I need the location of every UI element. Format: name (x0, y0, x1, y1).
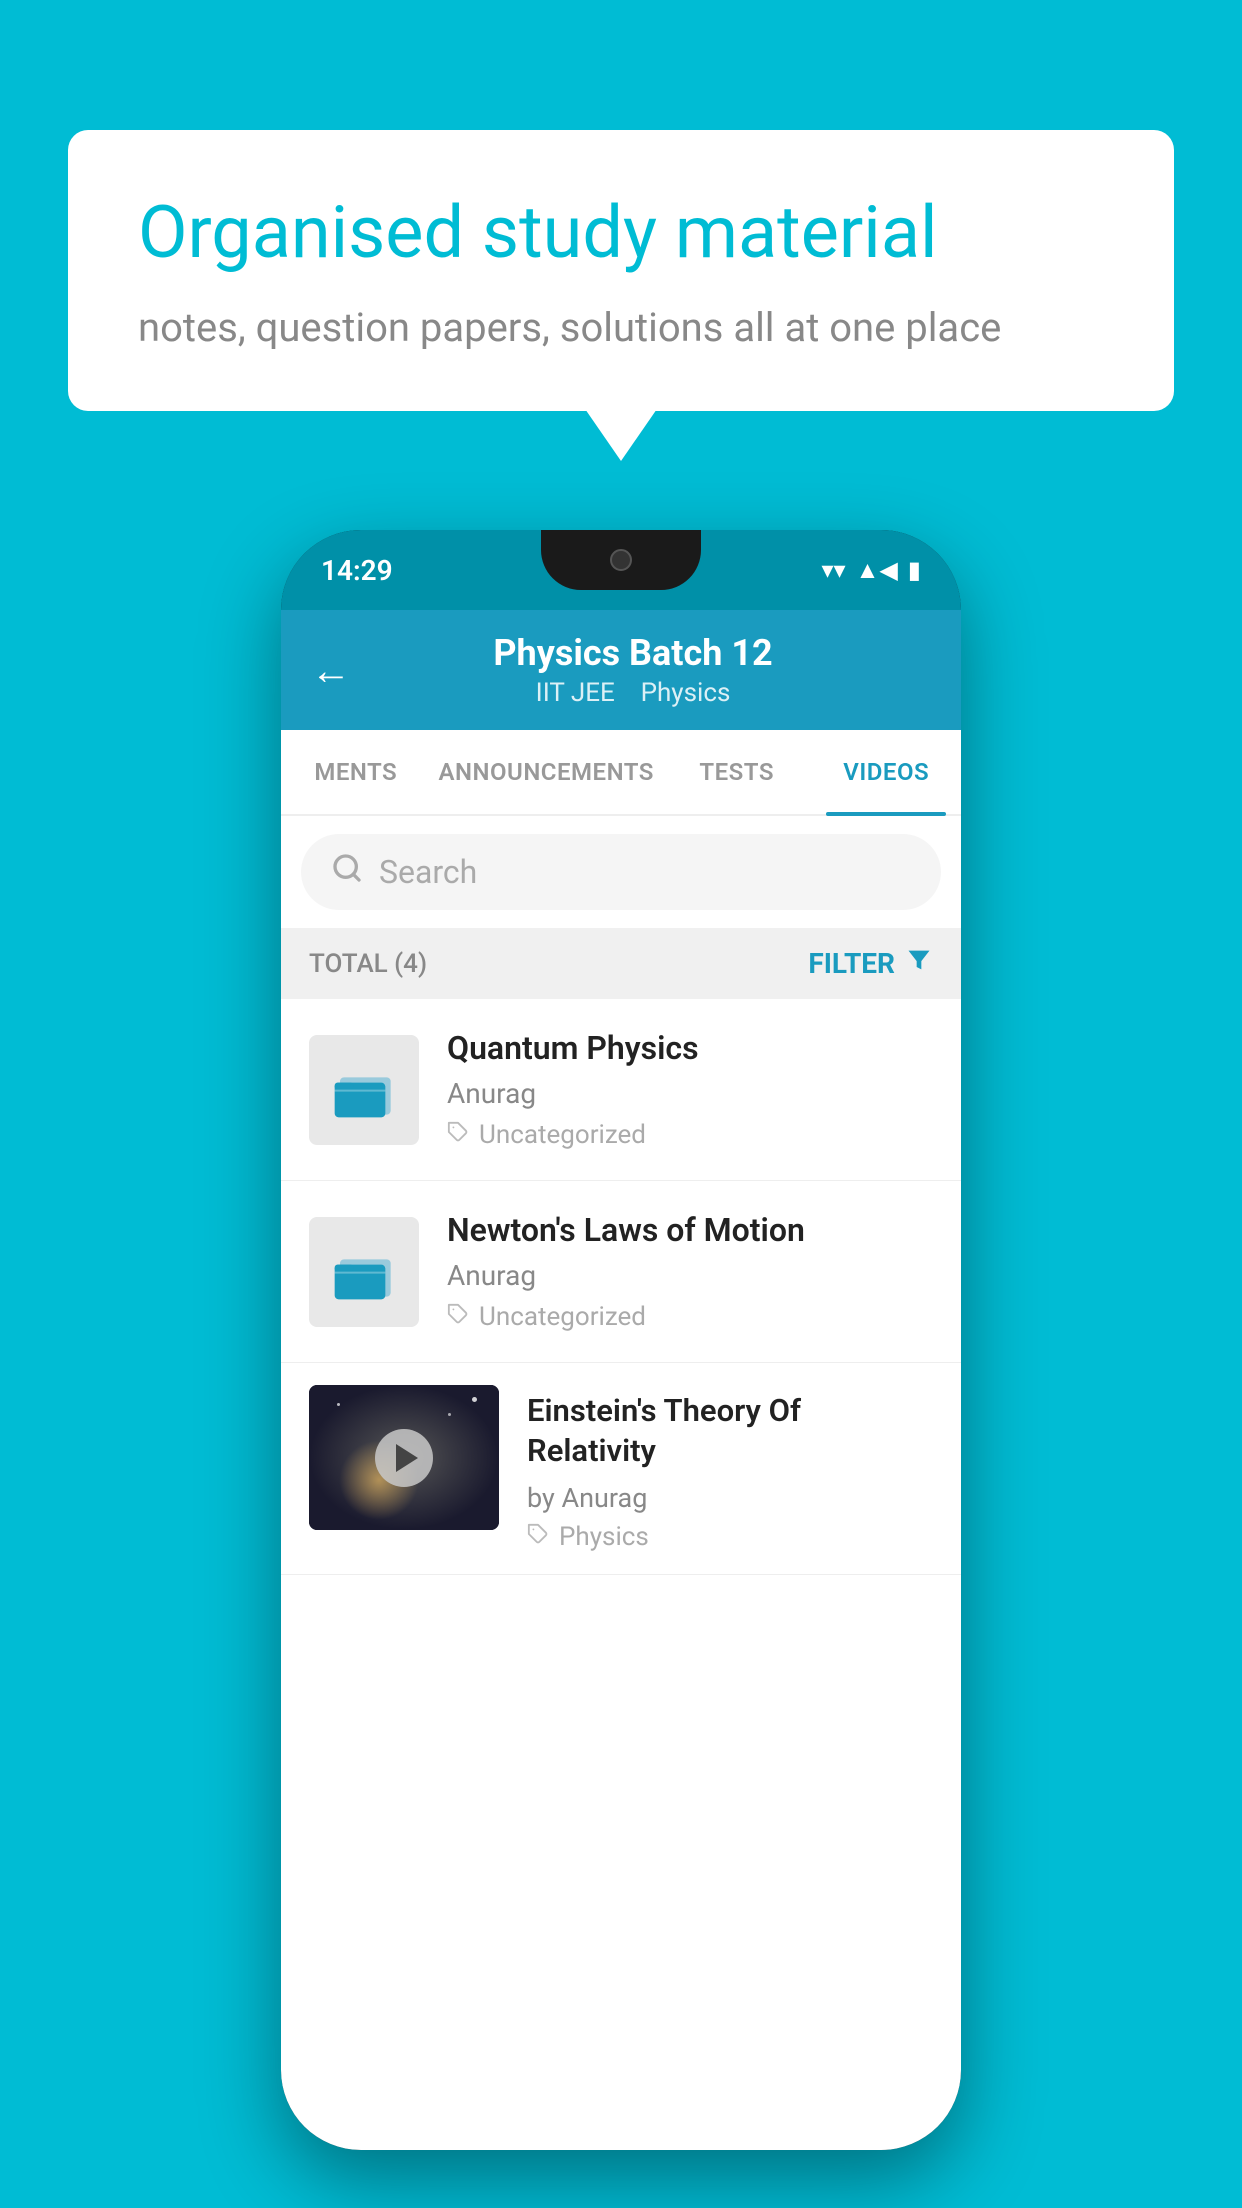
camera (610, 549, 632, 571)
star (448, 1413, 451, 1416)
header-subtitle-part2: Physics (641, 678, 731, 708)
search-placeholder: Search (379, 853, 477, 891)
play-button[interactable] (375, 1429, 433, 1487)
search-input-wrap[interactable]: Search (301, 834, 941, 910)
filter-icon (905, 946, 933, 981)
status-time: 14:29 (321, 554, 393, 587)
video-tag: Uncategorized (447, 1302, 933, 1332)
tag-label: Uncategorized (479, 1120, 646, 1150)
tab-ments[interactable]: MENTS (281, 730, 431, 814)
play-icon (396, 1444, 418, 1472)
back-button[interactable]: ← (311, 647, 351, 694)
tag-icon (527, 1522, 549, 1552)
tag-icon (447, 1120, 469, 1150)
phone-outer: 14:29 ▾▾ ▲◀ ▮ ← Physics Batch 12 IIT JEE (281, 530, 961, 2150)
video-tag: Uncategorized (447, 1120, 933, 1150)
status-icons: ▾▾ ▲◀ ▮ (821, 556, 921, 585)
total-label: TOTAL (4) (309, 949, 427, 979)
filter-row: TOTAL (4) FILTER (281, 928, 961, 999)
battery-icon: ▮ (908, 556, 921, 584)
tag-label: Physics (559, 1522, 649, 1552)
star (472, 1397, 477, 1402)
tab-videos[interactable]: VIDEOS (811, 730, 961, 814)
bubble-subtitle: notes, question papers, solutions all at… (138, 304, 1104, 351)
header-title-area: Physics Batch 12 IIT JEE Physics (375, 632, 891, 708)
wifi-icon: ▾▾ (821, 556, 845, 584)
video-info: Einstein's Theory Of Relativity by Anura… (499, 1385, 933, 1552)
video-list: Quantum Physics Anurag Uncategorized (281, 999, 961, 1575)
tab-announcements[interactable]: ANNOUNCEMENTS (431, 730, 662, 814)
video-info: Newton's Laws of Motion Anurag Uncategor… (419, 1211, 933, 1332)
filter-button[interactable]: FILTER (808, 946, 933, 981)
video-thumbnail (309, 1217, 419, 1327)
video-info: Quantum Physics Anurag Uncategorized (419, 1029, 933, 1150)
video-title: Newton's Laws of Motion (447, 1211, 933, 1249)
app-content: ← Physics Batch 12 IIT JEE Physics MENTS… (281, 610, 961, 2150)
filter-label: FILTER (808, 947, 895, 980)
video-author: Anurag (447, 1077, 933, 1110)
star (337, 1403, 340, 1406)
video-thumbnail (309, 1035, 419, 1145)
notch (541, 530, 701, 590)
list-item[interactable]: Quantum Physics Anurag Uncategorized (281, 999, 961, 1181)
tag-icon (447, 1302, 469, 1332)
header-title: Physics Batch 12 (375, 632, 891, 674)
einstein-thumbnail (309, 1385, 499, 1530)
bubble-title: Organised study material (138, 190, 1104, 276)
header-subtitle: IIT JEE Physics (375, 678, 891, 708)
video-author: Anurag (447, 1259, 933, 1292)
app-header: ← Physics Batch 12 IIT JEE Physics (281, 610, 961, 730)
header-subtitle-part1: IIT JEE (536, 678, 615, 708)
list-item[interactable]: Newton's Laws of Motion Anurag Uncategor… (281, 1181, 961, 1363)
tabs-bar: MENTS ANNOUNCEMENTS TESTS VIDEOS (281, 730, 961, 816)
search-bar: Search (281, 816, 961, 928)
video-title: Quantum Physics (447, 1029, 933, 1067)
search-icon (331, 852, 363, 892)
speech-bubble-area: Organised study material notes, question… (68, 130, 1174, 411)
phone-frame: 14:29 ▾▾ ▲◀ ▮ ← Physics Batch 12 IIT JEE (281, 530, 961, 2150)
video-author: by Anurag (527, 1482, 933, 1514)
video-tag: Physics (527, 1522, 933, 1552)
tag-label: Uncategorized (479, 1302, 646, 1332)
tab-tests[interactable]: TESTS (662, 730, 812, 814)
speech-bubble: Organised study material notes, question… (68, 130, 1174, 411)
signal-icon: ▲◀ (856, 556, 898, 585)
video-title: Einstein's Theory Of Relativity (527, 1391, 933, 1472)
list-item[interactable]: Einstein's Theory Of Relativity by Anura… (281, 1363, 961, 1575)
